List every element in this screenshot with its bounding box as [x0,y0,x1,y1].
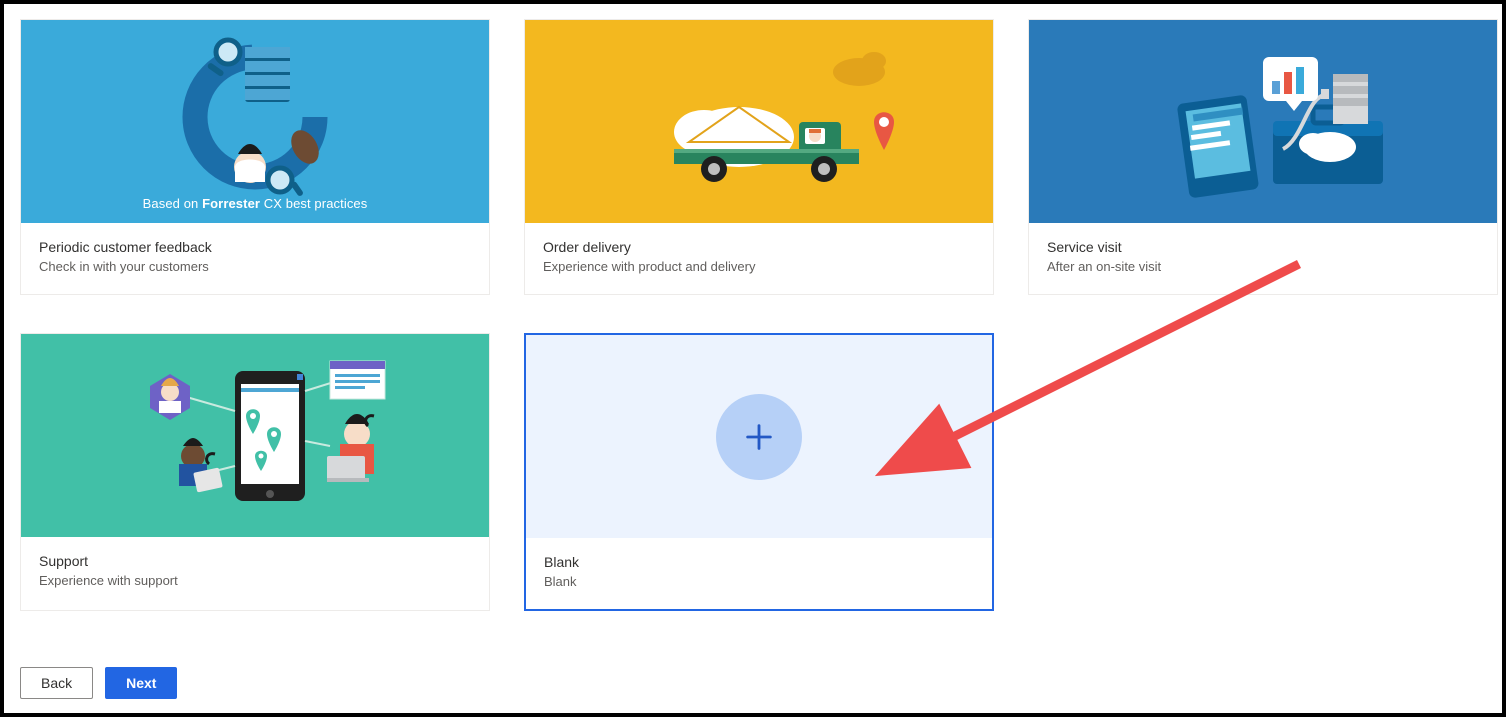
card-caption: Periodic customer feedback Check in with… [21,223,489,294]
delivery-truck-icon [599,37,919,207]
card-subtitle: Experience with support [39,573,471,588]
template-card-delivery[interactable]: Order delivery Experience with product a… [524,19,994,295]
card-title: Support [39,553,471,569]
service-devices-icon [1118,39,1408,204]
card-subtitle: After an on-site visit [1047,259,1479,274]
template-card-support[interactable]: Support Experience with support [20,333,490,611]
card-hero-support [21,334,489,537]
plus-icon [716,394,802,480]
card-caption: Order delivery Experience with product a… [525,223,993,294]
card-subtitle: Experience with product and delivery [543,259,975,274]
card-title: Order delivery [543,239,975,255]
card-title: Periodic customer feedback [39,239,471,255]
card-hero-blank [526,335,992,538]
feedback-cycle-icon [150,32,360,212]
next-button[interactable]: Next [105,667,177,699]
wizard-footer: Back Next [20,667,177,699]
card-subtitle: Check in with your customers [39,259,471,274]
support-icon [75,346,435,526]
template-card-periodic[interactable]: Based on Forrester CX best practices Per… [20,19,490,295]
card-hero-service [1029,20,1497,223]
template-card-blank[interactable]: Blank Blank [524,333,994,611]
card-caption: Blank Blank [526,538,992,609]
card-caption: Service visit After an on-site visit [1029,223,1497,294]
card-hero-delivery [525,20,993,223]
card-title: Blank [544,554,974,570]
template-card-service[interactable]: Service visit After an on-site visit [1028,19,1498,295]
back-button[interactable]: Back [20,667,93,699]
card-hero-periodic: Based on Forrester CX best practices [21,20,489,223]
card-caption: Support Experience with support [21,537,489,608]
forrester-text: Based on Forrester CX best practices [143,196,368,211]
template-grid: Based on Forrester CX best practices Per… [4,4,1502,626]
card-subtitle: Blank [544,574,974,589]
card-title: Service visit [1047,239,1479,255]
